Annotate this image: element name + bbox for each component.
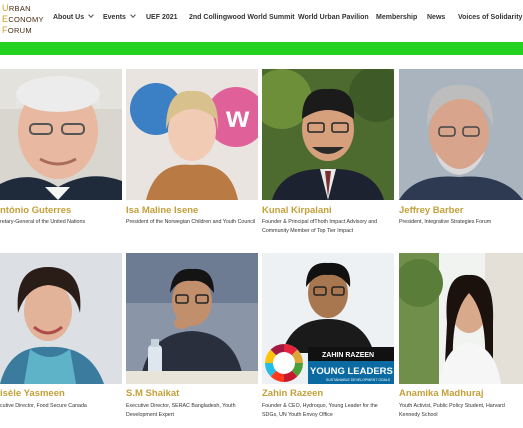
speaker-name: S.M Shaikat bbox=[126, 388, 180, 399]
speaker-photo[interactable]: ZAHIN RAZEEN YOUNG LEADERS SUSTAINABLE D… bbox=[262, 253, 394, 384]
speaker-role: President, Integrative Strategies Forum bbox=[399, 219, 492, 225]
speaker-name: Jeffrey Barber bbox=[399, 205, 464, 216]
photo-caption-banner: YOUNG LEADERS bbox=[310, 366, 393, 377]
nav-item-label: UEF 2021 bbox=[146, 14, 178, 21]
speaker-photo[interactable] bbox=[0, 69, 122, 200]
nav-item-world-urban-pavilion[interactable]: World Urban Pavilion bbox=[298, 12, 369, 24]
speaker-role: Youth Activist, Public Policy Student, H… bbox=[399, 403, 505, 418]
chevron-down-icon bbox=[88, 12, 94, 18]
logo-text: ORUM bbox=[7, 26, 32, 35]
speaker-role: President of the Norwegian Children and … bbox=[126, 219, 256, 225]
speaker-photo[interactable] bbox=[0, 253, 122, 384]
photo-caption-name: ZAHIN RAZEEN bbox=[322, 352, 374, 359]
nav-item-membership[interactable]: Membership bbox=[376, 12, 417, 24]
nav-item-uef-2021[interactable]: UEF 2021 bbox=[146, 12, 178, 24]
site-logo[interactable]: URBAN ECONOMY FORUM bbox=[2, 3, 46, 36]
speaker-photo[interactable] bbox=[399, 69, 523, 200]
speaker-role: Founder & Principal ofThoth Impact Advis… bbox=[262, 219, 378, 234]
speaker-name: ntónio Guterres bbox=[0, 205, 72, 216]
speaker-name: Kunal Kirpalani bbox=[262, 205, 332, 216]
speaker-photo[interactable] bbox=[262, 69, 394, 200]
chevron-down-icon bbox=[130, 12, 136, 18]
speaker-photo[interactable]: w bbox=[126, 69, 258, 200]
logo-letter: U bbox=[2, 3, 9, 13]
accent-bar bbox=[0, 42, 523, 55]
nav-item-label: World Urban Pavilion bbox=[298, 14, 369, 21]
logo-text: CONOMY bbox=[8, 15, 44, 24]
speaker-role: Founder & CEO, Hydroquo, Young Leader fo… bbox=[262, 403, 378, 418]
photo-caption-sub: SUSTAINABLE DEVELOPMENT GOALS bbox=[326, 378, 391, 382]
nav-item-label: Voices of Solidarity bbox=[458, 14, 523, 21]
nav-item-about-us[interactable]: About Us bbox=[53, 12, 94, 24]
speaker-name: Anamika Madhuraj bbox=[399, 388, 484, 399]
site-header: URBAN ECONOMY FORUM About Us Events UEF … bbox=[0, 0, 523, 38]
speaker-role: retary-General of the United Nations bbox=[0, 219, 86, 225]
speaker-role: Executive Director, SERAC Bangladesh, Yo… bbox=[126, 403, 236, 418]
nav-item-news[interactable]: News bbox=[427, 12, 445, 24]
nav-item-collingwood-summit[interactable]: 2nd Collingwood World Summit bbox=[189, 12, 295, 24]
speaker-role: cutive Director, Food Secure Canada bbox=[0, 403, 87, 409]
nav-item-label: News bbox=[427, 14, 446, 21]
nav-item-label: Events bbox=[103, 14, 126, 21]
svg-text:w: w bbox=[225, 101, 250, 134]
nav-item-label: About Us bbox=[53, 14, 85, 21]
speaker-name: Isa Maline Isene bbox=[126, 205, 199, 216]
speaker-name: isèle Yasmeen bbox=[0, 388, 65, 399]
nav-item-label: 2nd Collingwood World Summit bbox=[189, 14, 295, 21]
speaker-photo[interactable] bbox=[399, 253, 523, 384]
nav-item-label: Membership bbox=[376, 14, 418, 21]
logo-text: RBAN bbox=[8, 4, 31, 13]
speaker-name: Zahin Razeen bbox=[262, 388, 324, 399]
speaker-photo[interactable] bbox=[126, 253, 258, 384]
nav-item-voices-of-solidarity[interactable]: Voices of Solidarity bbox=[458, 12, 522, 24]
nav-item-events[interactable]: Events bbox=[103, 12, 136, 24]
